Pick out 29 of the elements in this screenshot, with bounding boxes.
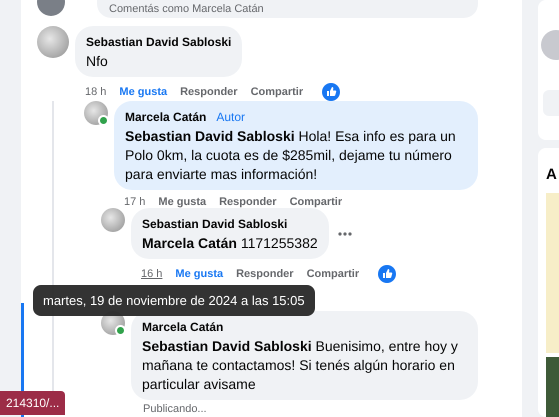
side-heading: A [546, 166, 558, 183]
author-name[interactable]: Sebastian David Sabloski [86, 35, 232, 49]
comment-input-field[interactable]: Comentás como Marcela Catán [97, 0, 478, 18]
comment-time-link[interactable]: 16 h [141, 268, 162, 280]
like-reaction-icon[interactable] [322, 83, 340, 101]
like-link[interactable]: Me gusta [119, 86, 168, 98]
comment-text: Marcela Catán 1171255382 [142, 234, 318, 253]
reply-link[interactable]: Responder [236, 268, 294, 280]
comment-time-link[interactable]: 18 h [85, 86, 106, 98]
comment-time-link[interactable]: 17 h [124, 196, 146, 208]
like-link[interactable]: Me gusta [158, 196, 206, 208]
posting-status: Publicando... [142, 402, 208, 415]
reply-link[interactable]: Responder [219, 196, 277, 208]
share-link[interactable]: Compartir [290, 196, 342, 208]
share-link[interactable]: Compartir [250, 86, 304, 98]
comment-text: Nfo [86, 52, 109, 71]
more-options-icon[interactable] [336, 230, 353, 236]
reply-link[interactable]: Responder [180, 86, 238, 98]
author-name[interactable]: Sebastian David Sabloski [142, 217, 288, 231]
comment-text: Sebastian David Sabloski Buenisimo, entre hoy y mañana te contactamos! Si tenés algún horario en particular avisame [142, 337, 459, 394]
timestamp-tooltip: martes, 19 de noviembre de 2024 a las 15:05 [33, 285, 315, 316]
like-link[interactable]: Me gusta [175, 268, 224, 280]
author-name[interactable]: Marcela Catán [142, 320, 224, 334]
author-name[interactable]: Marcela Catán [125, 110, 206, 124]
author-label: Autor [216, 110, 246, 124]
link-preview-url: 214310/... [0, 391, 66, 415]
comment-text: Sebastian David Sabloski Hola! Esa info es para un Polo 0km, la cuota es de $285mil, dejame tu número para enviarte mas información! [125, 127, 457, 184]
like-reaction-icon[interactable] [378, 265, 396, 283]
share-link[interactable]: Compartir [306, 268, 360, 280]
